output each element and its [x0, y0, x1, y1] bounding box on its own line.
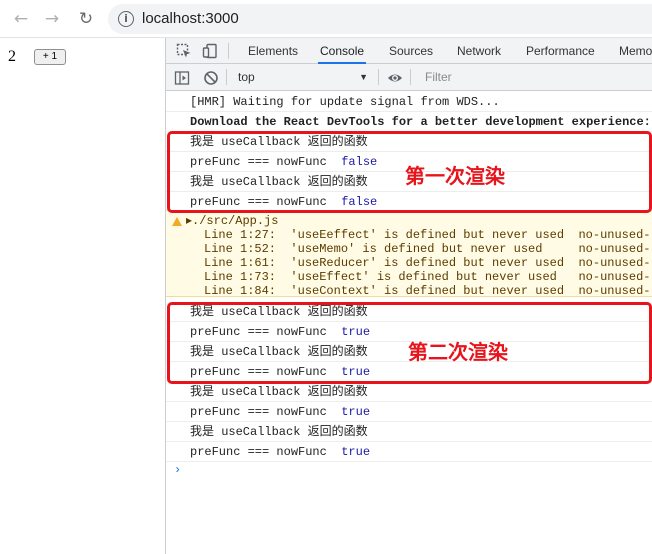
context-selector[interactable]: top ▼	[232, 67, 372, 87]
sidebar-toggle-icon[interactable]	[174, 70, 190, 86]
toolbar-divider	[410, 69, 411, 85]
warning-line: Line 1:73: 'useEffect' is defined but ne…	[204, 270, 651, 284]
warning-line: Line 1:84: 'useContext' is defined but n…	[204, 284, 651, 298]
console-line: Download the React DevTools for a better…	[166, 112, 652, 132]
eye-icon[interactable]	[387, 70, 403, 86]
arrow-right-icon[interactable]: →	[41, 8, 63, 30]
tab-memory[interactable]: Memo	[617, 38, 652, 64]
tab-elements[interactable]: Elements	[246, 38, 300, 64]
devtools-panel: Elements Console Sources Network Perform…	[165, 38, 652, 554]
console-line: [HMR] Waiting for update signal from WDS…	[166, 92, 652, 112]
console-line: preFunc === nowFunc true	[166, 402, 652, 422]
caret-down-icon: ▼	[359, 72, 368, 82]
count-value: 2	[8, 48, 16, 65]
console-prompt[interactable]: ›	[174, 463, 181, 477]
toolbar-divider	[226, 69, 227, 85]
warning-line: Line 1:52: 'useMemo' is defined but neve…	[204, 242, 651, 256]
devtools-tab-bar: Elements Console Sources Network Perform…	[166, 38, 652, 64]
context-value: top	[238, 70, 255, 84]
console-line: preFunc === nowFunc true	[166, 442, 652, 462]
tab-sources[interactable]: Sources	[387, 38, 435, 64]
warning-icon	[172, 217, 182, 226]
console-toolbar: top ▼	[166, 64, 652, 91]
address-bar[interactable]: i localhost:3000	[108, 4, 652, 34]
tab-performance[interactable]: Performance	[524, 38, 597, 64]
reload-icon[interactable]: ↻	[75, 8, 97, 30]
inspect-element-icon[interactable]	[176, 43, 192, 59]
warning-source[interactable]: ▸./src/App.js	[186, 213, 278, 228]
browser-toolbar: ← → ↻ i localhost:3000	[0, 0, 652, 38]
screenshot: ← → ↻ i localhost:3000 2 + 1 Elements Co…	[0, 0, 652, 554]
device-toolbar-icon[interactable]	[202, 43, 218, 59]
arrow-left-icon[interactable]: ←	[10, 8, 32, 30]
clear-console-icon[interactable]	[203, 70, 219, 86]
console-line: 我是 useCallback 返回的函数	[166, 382, 652, 402]
toolbar-divider	[228, 43, 229, 59]
page-content: 2 + 1	[0, 38, 165, 554]
console-line: 我是 useCallback 返回的函数	[166, 422, 652, 442]
warning-line: Line 1:61: 'useReducer' is defined but n…	[204, 256, 651, 270]
tab-console[interactable]: Console	[318, 38, 367, 64]
first-render-label: 第一次渲染	[405, 164, 505, 188]
info-icon[interactable]: i	[118, 11, 134, 27]
increment-button[interactable]: + 1	[34, 49, 66, 65]
warning-message[interactable]: ▸./src/App.js Line 1:27: 'useEeffect' is…	[166, 210, 652, 298]
toolbar-divider	[378, 69, 379, 85]
second-render-label: 第二次渲染	[408, 340, 508, 364]
filter-input[interactable]	[419, 67, 652, 87]
url-text: localhost:3000	[142, 10, 239, 27]
tab-network[interactable]: Network	[455, 38, 503, 64]
warning-line: Line 1:27: 'useEeffect' is defined but n…	[204, 228, 651, 242]
